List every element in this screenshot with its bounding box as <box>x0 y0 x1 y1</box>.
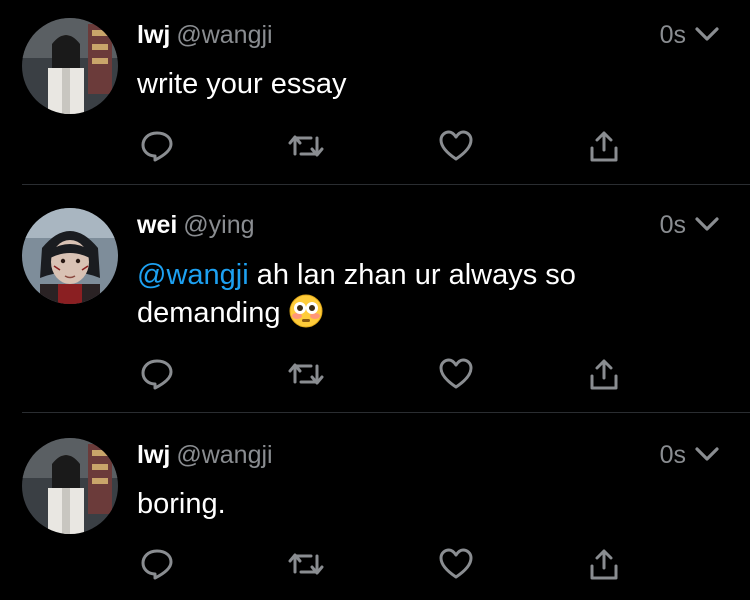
retweet-button[interactable] <box>286 128 326 168</box>
chevron-down-icon[interactable] <box>694 20 720 50</box>
like-button[interactable] <box>436 546 476 586</box>
tweet-header: lwj @wangji <box>137 20 273 50</box>
share-button[interactable] <box>584 356 624 396</box>
like-button[interactable] <box>436 128 476 168</box>
chevron-down-icon[interactable] <box>694 440 720 470</box>
retweet-icon <box>287 356 325 397</box>
tweet-actions <box>0 128 750 168</box>
divider <box>22 184 750 185</box>
tweet[interactable]: lwj @wangji 0s boring. <box>0 420 750 600</box>
tweet-text: write your essay <box>137 65 697 103</box>
retweet-icon <box>287 546 325 587</box>
timestamp: 0s <box>659 21 686 49</box>
tweet-text-content: write your essay <box>137 68 347 100</box>
tweet-meta: 0s <box>660 440 720 470</box>
avatar[interactable] <box>22 438 118 534</box>
tweet-text: @wangji ah lan zhan ur always so demandi… <box>137 256 697 338</box>
reply-button[interactable] <box>137 128 177 168</box>
tweet[interactable]: lwj @wangji 0s write your essay <box>0 0 750 184</box>
tweet-meta: 0s <box>660 20 720 50</box>
mention-link[interactable]: @wangji <box>137 259 249 291</box>
avatar[interactable] <box>22 208 118 304</box>
tweet-text-content: boring. <box>137 488 226 520</box>
retweet-button[interactable] <box>286 546 326 586</box>
timestamp: 0s <box>659 441 686 469</box>
handle[interactable]: @wangji <box>176 21 272 49</box>
tweet-actions <box>0 356 750 396</box>
reply-icon <box>139 546 175 587</box>
share-button[interactable] <box>584 546 624 586</box>
reply-button[interactable] <box>137 546 177 586</box>
tweet[interactable]: wei @ying 0s @wangji ah lan zhan ur alway… <box>0 190 750 412</box>
share-button[interactable] <box>584 128 624 168</box>
reply-icon <box>139 356 175 397</box>
share-icon <box>587 546 621 587</box>
handle[interactable]: @ying <box>183 211 254 239</box>
chevron-down-icon[interactable] <box>694 210 720 240</box>
display-name[interactable]: wei <box>137 211 177 239</box>
tweet-text: boring. <box>137 485 697 523</box>
retweet-button[interactable] <box>286 356 326 396</box>
divider <box>22 412 750 413</box>
display-name[interactable]: lwj <box>137 441 170 469</box>
retweet-icon <box>287 128 325 169</box>
share-icon <box>587 128 621 169</box>
tweet-header: lwj @wangji <box>137 440 273 470</box>
handle[interactable]: @wangji <box>176 441 272 469</box>
like-icon <box>438 357 474 396</box>
tweet-meta: 0s <box>660 210 720 240</box>
like-icon <box>438 129 474 168</box>
flushed-face-emoji <box>289 294 323 338</box>
like-button[interactable] <box>436 356 476 396</box>
avatar[interactable] <box>22 18 118 114</box>
reply-icon <box>139 128 175 169</box>
display-name[interactable]: lwj <box>137 21 170 49</box>
reply-button[interactable] <box>137 356 177 396</box>
share-icon <box>587 356 621 397</box>
tweet-header: wei @ying <box>137 210 255 240</box>
timestamp: 0s <box>659 211 686 239</box>
tweet-actions <box>0 546 750 586</box>
like-icon <box>438 547 474 586</box>
